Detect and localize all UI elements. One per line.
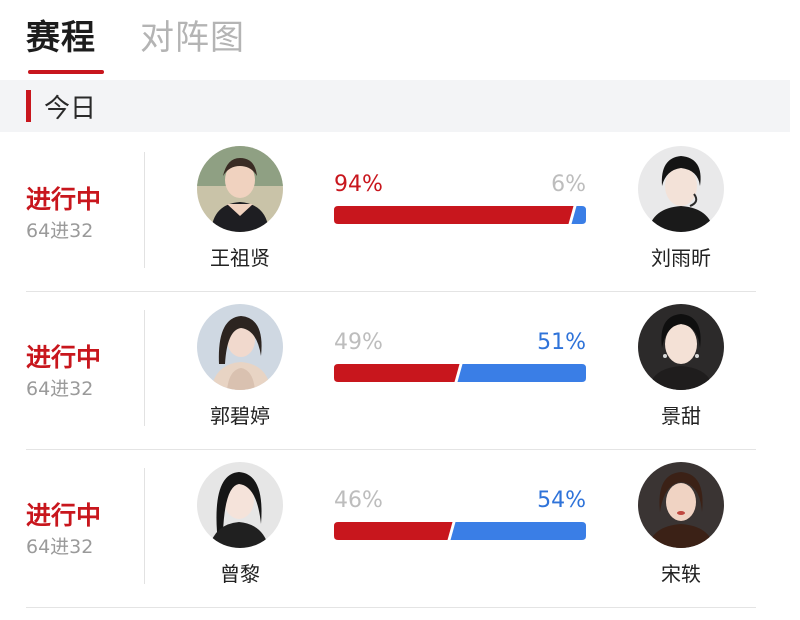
- tab-bar: 赛程 对阵图: [0, 0, 800, 78]
- match-status: 进行中: [26, 501, 102, 530]
- match-row[interactable]: 进行中 64进32 王祖贤 94% 6% 刘雨昕: [0, 134, 800, 292]
- vote-bar-left: [334, 364, 460, 382]
- vote-ratio-bar[interactable]: [334, 364, 586, 382]
- avatar-image: [197, 146, 283, 232]
- vote-percent-left: 49%: [334, 330, 383, 355]
- player-avatar-left[interactable]: [197, 304, 283, 390]
- vote-bar-right: [457, 364, 586, 382]
- section-header-today: 今日: [0, 80, 790, 132]
- section-title: 今日: [44, 94, 97, 124]
- tab-schedule[interactable]: 赛程: [26, 10, 96, 59]
- avatar-image: [638, 146, 724, 232]
- player-name-left: 曾黎: [220, 562, 260, 586]
- vote-bar-right: [571, 206, 586, 224]
- row-divider: [26, 607, 756, 608]
- avatar-image: [638, 304, 724, 390]
- vote-percent-left: 46%: [334, 488, 383, 513]
- player-avatar-right[interactable]: [638, 304, 724, 390]
- active-tab-indicator: [28, 70, 104, 74]
- vote-bar-left: [334, 522, 453, 540]
- match-round: 64进32: [26, 378, 94, 400]
- match-status: 进行中: [26, 185, 102, 214]
- tab-bracket[interactable]: 对阵图: [140, 10, 245, 59]
- match-row[interactable]: 进行中 64进32 曾黎 46% 54% 宋轶: [0, 450, 800, 608]
- match-separator: [144, 310, 145, 426]
- player-avatar-left[interactable]: [197, 462, 283, 548]
- player-name-left: 郭碧婷: [210, 404, 270, 428]
- player-avatar-right[interactable]: [638, 146, 724, 232]
- vote-percent-left: 94%: [334, 172, 383, 197]
- player-avatar-right[interactable]: [638, 462, 724, 548]
- vote-bar-right: [450, 522, 586, 540]
- match-round: 64进32: [26, 536, 94, 558]
- player-name-left: 王祖贤: [210, 246, 270, 270]
- match-separator: [144, 468, 145, 584]
- avatar-image: [197, 462, 283, 548]
- vote-percent-right: 6%: [551, 172, 586, 197]
- player-avatar-left[interactable]: [197, 146, 283, 232]
- vote-percent-right: 54%: [537, 488, 586, 513]
- match-separator: [144, 152, 145, 268]
- match-row[interactable]: 进行中 64进32 郭碧婷 49% 51% 景甜: [0, 292, 800, 450]
- player-name-right: 刘雨昕: [651, 246, 711, 270]
- vote-bar-left: [334, 206, 574, 224]
- avatar-image: [197, 304, 283, 390]
- vote-ratio-bar[interactable]: [334, 206, 586, 224]
- vote-percent-right: 51%: [537, 330, 586, 355]
- player-name-right: 景甜: [661, 404, 701, 428]
- player-name-right: 宋轶: [661, 562, 701, 586]
- vote-ratio-bar[interactable]: [334, 522, 586, 540]
- section-accent-bar: [26, 90, 31, 122]
- match-status: 进行中: [26, 343, 102, 372]
- match-round: 64进32: [26, 220, 94, 242]
- avatar-image: [638, 462, 724, 548]
